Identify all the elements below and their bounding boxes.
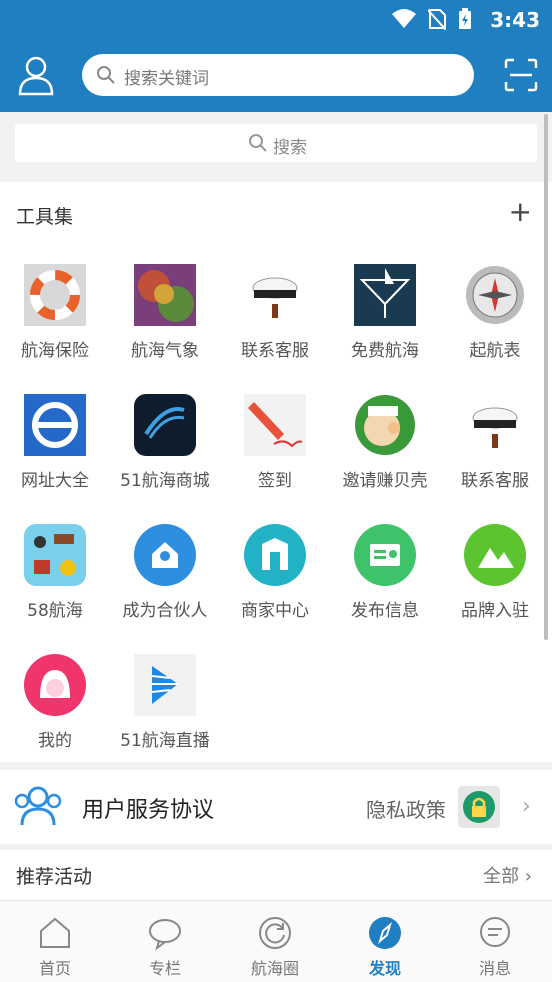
id-card-icon [354, 524, 416, 586]
section-title: 工具集 [16, 206, 74, 228]
tab-label: 消息 [478, 959, 511, 978]
tab-circle[interactable]: 航海圈 [220, 901, 330, 982]
mountain-icon [464, 524, 526, 586]
privacy-policy-link[interactable]: 隐私政策 [366, 794, 446, 823]
life-buoy-icon [24, 264, 86, 326]
popeye-icon [355, 395, 415, 455]
tab-messages[interactable]: 消息 [440, 901, 550, 982]
tab-home[interactable]: 首页 [0, 901, 110, 982]
avatar-girl-icon [24, 654, 86, 716]
tool-publish-info[interactable]: 发布信息 [330, 524, 440, 634]
search-placeholder: 搜索关键词 [124, 69, 209, 89]
section-title: 推荐活动 [16, 866, 93, 888]
refresh-circle-icon [259, 917, 291, 949]
view-all-label: 全部 [483, 866, 520, 887]
clock: 3:43 [490, 8, 540, 32]
tool-free-navigation[interactable]: 免费航海 [330, 264, 440, 374]
captain-hat-icon [245, 265, 305, 325]
tool-label: 我的 [38, 731, 72, 751]
compass-icon [369, 917, 401, 949]
wifi-icon [392, 9, 416, 28]
user-service-agreement-link[interactable]: 用户服务协议 [82, 792, 214, 824]
tool-label: 品牌入驻 [461, 601, 529, 621]
tool-label: 免费航海 [351, 341, 419, 361]
user-profile-icon[interactable] [18, 56, 54, 96]
status-bar: 3:43 [0, 0, 552, 40]
tool-customer-service-2[interactable]: 联系客服 [440, 394, 550, 504]
tool-51-mall[interactable]: 51航海商城 [110, 394, 220, 504]
tool-label: 网址大全 [21, 471, 89, 491]
compass-icon [466, 266, 524, 324]
search-icon [97, 66, 115, 84]
users-icon [14, 786, 62, 826]
scan-icon[interactable] [504, 58, 538, 92]
tool-set-section: 工具集 + 航海保险 航海气象 联系客服 免费航海 起航表 网址大全 51航海商… [0, 182, 552, 762]
secondary-search-bar[interactable]: 搜索 [15, 124, 537, 162]
tool-label: 成为合伙人 [122, 601, 208, 621]
tool-mine[interactable]: 我的 [0, 654, 110, 764]
tab-discover[interactable]: 发现 [330, 901, 440, 982]
tool-label: 商家中心 [241, 601, 309, 621]
tool-label: 航海气象 [131, 341, 199, 361]
home-icon [40, 917, 70, 948]
search-input[interactable]: 搜索关键词 [82, 54, 474, 96]
tool-label: 51航海商城 [120, 471, 210, 491]
message-icon [480, 917, 510, 947]
mall-logo-icon [134, 394, 196, 456]
bottom-tab-bar: 首页 专栏 航海圈 发现 消息 [0, 900, 552, 982]
battery-charging-icon [459, 8, 471, 29]
captain-hat-icon [465, 395, 525, 455]
marine-tools-icon [24, 524, 86, 586]
tool-sailing-watch[interactable]: 起航表 [440, 264, 550, 374]
tool-58-marine[interactable]: 58航海 [0, 524, 110, 634]
tool-web-directory[interactable]: 网址大全 [0, 394, 110, 504]
tool-check-in[interactable]: 签到 [220, 394, 330, 504]
tab-label: 专栏 [148, 959, 181, 978]
pencil-sign-icon [244, 394, 306, 456]
tool-merchant-center[interactable]: 商家中心 [220, 524, 330, 634]
live-stream-logo-icon [134, 654, 196, 716]
tab-label: 航海圈 [250, 959, 299, 978]
no-sim-icon [428, 9, 446, 30]
sailboat-cocktail-icon [354, 264, 416, 326]
add-icon[interactable]: + [509, 198, 532, 226]
weather-map-icon [134, 264, 196, 326]
chat-bubble-icon [149, 919, 181, 951]
tool-label: 起航表 [469, 341, 521, 361]
agreement-bar: 用户服务协议 隐私政策 › [0, 770, 552, 844]
tool-marine-insurance[interactable]: 航海保险 [0, 264, 110, 374]
scrollbar[interactable] [544, 114, 548, 640]
browser-e-icon [24, 394, 86, 456]
tab-label: 首页 [38, 959, 71, 978]
lock-icon [458, 786, 500, 828]
tool-51-live[interactable]: 51航海直播 [110, 654, 220, 764]
app-header: 3:43 搜索关键词 [0, 0, 552, 112]
tool-label: 58航海 [27, 601, 83, 621]
tool-label: 航海保险 [21, 341, 89, 361]
tool-label: 联系客服 [461, 471, 529, 491]
view-all-link[interactable]: 全部 › [483, 862, 532, 888]
tool-marine-weather[interactable]: 航海气象 [110, 264, 220, 374]
door-icon [244, 524, 306, 586]
tool-become-partner[interactable]: 成为合伙人 [110, 524, 220, 634]
tool-label: 邀请赚贝壳 [342, 471, 428, 491]
tab-label: 发现 [368, 959, 401, 978]
recommended-activities-header: 推荐活动 全部 › [0, 850, 552, 900]
search-label: 搜索 [273, 138, 307, 158]
search-icon [249, 134, 267, 152]
tool-label: 发布信息 [351, 601, 419, 621]
status-icons [392, 8, 472, 30]
tool-label: 签到 [258, 471, 292, 491]
tool-label: 联系客服 [241, 341, 309, 361]
tool-label: 51航海直播 [120, 731, 210, 751]
tool-customer-service[interactable]: 联系客服 [220, 264, 330, 374]
tab-column[interactable]: 专栏 [110, 901, 220, 982]
home-location-icon [134, 524, 196, 586]
chevron-right-icon[interactable]: › [522, 794, 531, 819]
tool-invite-earn[interactable]: 邀请赚贝壳 [330, 394, 440, 504]
tool-brand-entry[interactable]: 品牌入驻 [440, 524, 550, 634]
